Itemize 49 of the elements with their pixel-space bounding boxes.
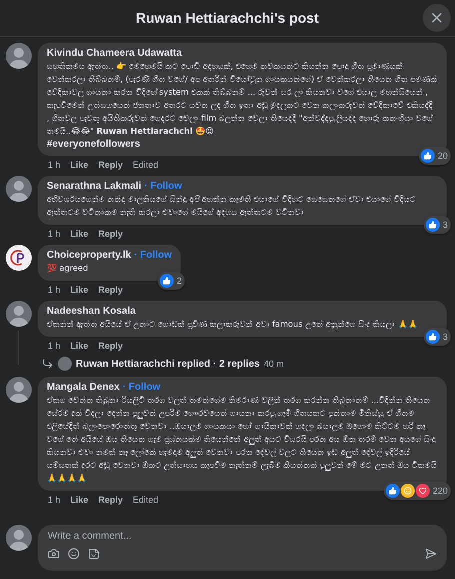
reply-link[interactable]: Reply — [98, 160, 124, 170]
comment-time: 1 h — [48, 229, 61, 239]
like-link[interactable]: Like — [70, 285, 89, 295]
reply-link[interactable]: Reply — [98, 495, 124, 505]
avatar[interactable] — [6, 377, 32, 403]
comment-text: 💯 agreed — [47, 262, 90, 275]
avatar[interactable] — [6, 43, 32, 69]
author-name[interactable]: Choiceproperty.lk — [47, 250, 132, 261]
like-link[interactable]: Like — [70, 495, 89, 505]
comment-field[interactable]: Write a comment... — [48, 531, 437, 542]
like-link[interactable]: Like — [70, 341, 89, 351]
reaction-count[interactable]: 3 — [424, 328, 451, 346]
author-name[interactable]: Senarathna Lakmali — [47, 181, 142, 192]
close-button[interactable] — [423, 4, 451, 32]
comment-text: සහතිකමය ඇත්ත.. 👉 මෙහෙමයි කට පොඩි අදහසක්, එහෙම නවකයන්ට කියන්න පොදු ගීත ප්‍රමාණයක් වෙන්කරලා තිබ්බනම්, (පැරණි ගීත වගේ/ අප අතරින් වියෝවුන ගායකයන්ගේ) ඒ වෙන්කරලා තියෙන ගීත පමණක් වේදිකාවල ගායනා කරන විදිහේ system එකක් තිබ්බනම් ... රුවන් සර් ලා කියනවා වගේ එයාල මහන්සියෙන් , කැපවීමෙන් උත්සහයෙන් ජනතාව අතරට යවන ලද ගීත ඉතා අඩු මුදලකට වෙන කලාකරුවන් වේදිකාවේ එකියද්දී , ගීතවල පැවතු අයිතිකරුවන් ගෙදරට වෙලා film බලන්න වෙලා තියෙද්දී "අන්වද්දපු ලියද්ද හොරු කනංගියා වගේ තමයි..😂😂" Ruwan Hettiarachchi 🤩😍 — [47, 60, 438, 138]
reply-link[interactable]: Reply — [98, 285, 124, 295]
emoji-icon[interactable] — [68, 548, 80, 560]
reply-arrow-icon — [42, 358, 54, 370]
sticker-icon[interactable] — [88, 548, 100, 560]
reply-link[interactable]: Reply — [98, 229, 124, 239]
avatar — [58, 357, 72, 371]
reaction-count[interactable]: 3 — [424, 216, 451, 234]
like-link[interactable]: Like — [70, 160, 89, 170]
edited-label: Edited — [133, 160, 159, 170]
avatar[interactable] — [6, 525, 32, 551]
replies-link[interactable]: Ruwan Hettiarachchi replied · 2 replies — [76, 358, 260, 370]
author-name[interactable]: Nadeeshan Kosala — [47, 306, 136, 317]
hashtag-link[interactable]: #everyonefollowers — [47, 139, 438, 150]
comment-time: 1 h — [48, 285, 61, 295]
send-icon[interactable] — [425, 548, 437, 560]
like-link[interactable]: Like — [70, 229, 89, 239]
avatar[interactable] — [6, 301, 32, 327]
avatar[interactable] — [6, 176, 32, 202]
comment-text: ඒකනන් ඇත්ත අයියේ ඒ උනාට ගොඩක් ප්‍රවීණ කලාකරුවන් අවා famous උනේ අනුන්ගෙ සිංදු කියලා 🙏🙏 — [47, 318, 419, 331]
reaction-count[interactable]: 20 — [418, 147, 451, 165]
author-name[interactable]: Kivindu Chameera Udawatta — [47, 48, 182, 59]
dialog-title: Ruwan Hettiarachchi's post — [136, 10, 320, 26]
reaction-count[interactable]: 2 — [158, 272, 186, 290]
comment-time: 1 h — [48, 160, 61, 170]
edited-label: Edited — [133, 495, 159, 505]
comment-text: ඒකග වෙන්න තිබුනා රියලිටි තරග වලත් තමන්ගේම නිර්මාණ වලින් තරග කරන්න තිබුනානම් ...විදින්න තියෙන සේරම දුක් විදලා දෙන්න පුලුවන් උපරිම ගෞරවයෙන් ගායනා කරපු ගැමි ගීතයකට පුන්නාම මිනිස්සු ඒ ගීතම එලියේදීත් බලාපොරොත්තු වෙනවා ..ඔයාලම ගායකයා හෝ ගායිකාවක් හදලා බයාලම ඔහොම කිට්ටම හරි නෑ වගේ තේ අයියේ ඔය තියෙන ගැම ප්‍රශ්නයක්ම තියෙන්නේ අලුත් අයට විසරයි පරන අය ඕන තරම් වෙන අයගේ සිංදු කියනවා ඒවා නමක් නෑ ලෝකේ හැමදාම අලුත් වෙනවා පරන දේවල් වලට තියෙන ඉඩ අලුත් දේවල් ඉදිරියේ යම්සතක් දුරට අඩු වෙනවා ඕකට උත්සාහය කැපවීම නැත්නම් ලැබීම කියන්නක් පුලුවන් මේ මට උනත් ඔය ටිකමයි 🙏🙏🙏🙏 — [47, 394, 438, 485]
reaction-count[interactable]: 220 — [384, 482, 451, 500]
author-name[interactable]: Mangala Denex — [47, 382, 120, 393]
reply-time: 40 m — [264, 359, 284, 369]
comment-text: අභිවර්ශයගෙන්ම නන්දා මාලනියගේ සින්දු අපි අහන්න කැමති එයාගේ විදිහට සෙසෙනගේ ඒවා එයාගේ විදියට ඇත්තටම වටිනාකම නැති කරලා ඒවාගේ මයිගේ අදහස ඇත්තටම වටිනවා — [47, 193, 418, 219]
comment-time: 1 h — [48, 341, 61, 351]
comment-time: 1 h — [48, 495, 61, 505]
camera-icon[interactable] — [48, 548, 60, 560]
reply-link[interactable]: Reply — [98, 341, 124, 351]
